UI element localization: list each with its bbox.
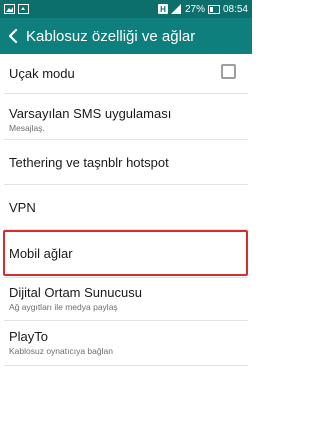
status-bar: H 27% 08:54	[0, 0, 252, 18]
default-sms-label: Varsayılan SMS uygulaması	[9, 106, 172, 121]
tethering-row[interactable]: Tethering ve taşnblr hotspot	[0, 140, 252, 184]
playto-label: PlayTo	[9, 329, 49, 344]
playto-row[interactable]: PlayTo Kablosuz oynatıcıya bağlan	[0, 321, 252, 365]
gallery-icon	[4, 4, 15, 14]
signal-icon	[170, 4, 182, 14]
status-left-icons	[4, 4, 158, 14]
status-right-icons: H 27% 08:54	[157, 3, 248, 15]
sync-icon	[18, 4, 29, 14]
status-time: 08:54	[222, 3, 248, 15]
airplane-mode-row[interactable]: Uçak modu	[0, 54, 252, 93]
default-sms-subtitle: Mesajlaş.	[9, 123, 45, 133]
app-bar: Kablosuz özelliği ve ağlar	[0, 18, 252, 54]
airplane-mode-checkbox[interactable]	[221, 64, 236, 79]
battery-icon	[207, 4, 220, 14]
dlna-row[interactable]: Dijital Ortam Sunucusu Ağ aygıtları ile …	[0, 278, 252, 320]
vpn-label: VPN	[9, 200, 36, 215]
divider	[4, 365, 248, 366]
dlna-label: Dijital Ortam Sunucusu	[9, 285, 142, 300]
vpn-row[interactable]: VPN	[0, 185, 252, 229]
back-arrow-icon[interactable]	[6, 26, 20, 46]
page-title: Kablosuz özelliği ve ağlar	[26, 27, 196, 45]
network-h-icon: H	[157, 4, 168, 14]
dlna-subtitle: Ağ aygıtları ile medya paylaş	[9, 302, 118, 312]
highlight-box	[3, 230, 248, 276]
battery-percent: 27%	[184, 3, 205, 15]
playto-subtitle: Kablosuz oynatıcıya bağlan	[9, 346, 113, 356]
airplane-mode-label: Uçak modu	[9, 66, 75, 81]
tethering-label: Tethering ve taşnblr hotspot	[9, 155, 169, 170]
default-sms-row[interactable]: Varsayılan SMS uygulaması Mesajlaş.	[0, 94, 252, 139]
